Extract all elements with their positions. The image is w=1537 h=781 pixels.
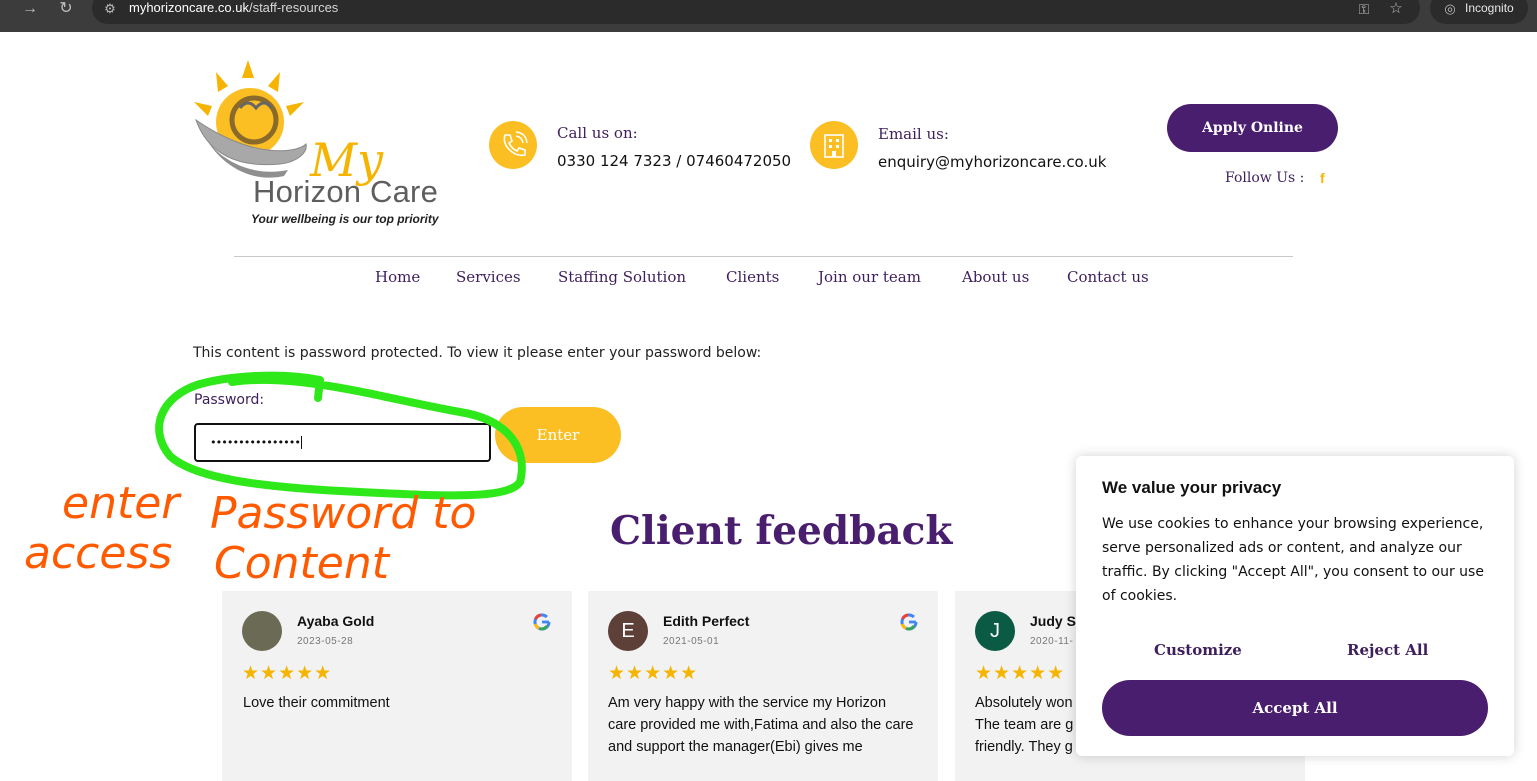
logo-name: Horizon Care bbox=[253, 174, 439, 209]
reject-all-button[interactable]: Reject All bbox=[1347, 641, 1428, 659]
header-divider bbox=[234, 256, 1293, 257]
accept-all-button[interactable]: Accept All bbox=[1102, 680, 1488, 736]
incognito-label: Incognito bbox=[1465, 1, 1514, 15]
email-address[interactable]: enquiry@myhorizoncare.co.uk bbox=[878, 153, 1106, 171]
annotation-line-3: access bbox=[24, 528, 172, 579]
key-icon[interactable]: ⚿ bbox=[1354, 0, 1374, 18]
incognito-icon: ◎ bbox=[1444, 1, 1456, 16]
annotation-line-4: Content bbox=[214, 538, 391, 589]
facebook-icon[interactable]: f bbox=[1320, 170, 1325, 186]
annotation-line-1: enter bbox=[62, 478, 182, 529]
forward-icon[interactable]: → bbox=[20, 0, 40, 18]
review-text: Am very happy with the service my Horizo… bbox=[608, 695, 914, 755]
password-label: Password: bbox=[194, 392, 265, 408]
building-icon bbox=[810, 121, 858, 169]
review-date: 2020-11- bbox=[1030, 636, 1074, 647]
google-icon bbox=[900, 613, 918, 631]
nav-staffing-solution[interactable]: Staffing Solution bbox=[558, 268, 686, 286]
password-input[interactable]: •••••••••••••••• bbox=[194, 423, 491, 462]
text-caret bbox=[300, 436, 308, 449]
reviewer-name: Ayaba Gold bbox=[297, 613, 375, 629]
site-info-icon[interactable]: ⚙ bbox=[100, 0, 120, 18]
password-value: •••••••••••••••• bbox=[210, 436, 301, 449]
protected-message: This content is password protected. To v… bbox=[193, 345, 762, 361]
reviewer-name: Judy St bbox=[1030, 613, 1081, 629]
cookie-text: We use cookies to enhance your browsing … bbox=[1102, 516, 1484, 604]
review-text: Absolutely won The team are g friendly. … bbox=[975, 695, 1074, 755]
review-date: 2023-05-28 bbox=[297, 636, 354, 647]
reviewer-avatar: E bbox=[608, 611, 648, 651]
client-feedback-title: Client feedback bbox=[610, 508, 953, 554]
logo-tagline: Your wellbeing is our top priority bbox=[251, 212, 439, 226]
nav-home[interactable]: Home bbox=[375, 268, 420, 286]
review-text: Love their commitment bbox=[243, 695, 390, 711]
customize-button[interactable]: Customize bbox=[1154, 641, 1242, 659]
reviewer-name: Edith Perfect bbox=[663, 613, 750, 629]
follow-us-label: Follow Us : bbox=[1225, 170, 1305, 186]
bookmark-star-icon[interactable]: ☆ bbox=[1386, 0, 1406, 18]
phone-number[interactable]: 0330 124 7323 / 07460472050 bbox=[557, 152, 791, 170]
nav-join-our-team[interactable]: Join our team bbox=[818, 268, 921, 286]
nav-services[interactable]: Services bbox=[456, 268, 521, 286]
review-date: 2021-05-01 bbox=[663, 636, 720, 647]
email-title: Email us: bbox=[878, 125, 949, 143]
annotation-overlay: enter Password to access Content bbox=[24, 371, 526, 589]
star-rating: ★★★★★ bbox=[608, 663, 699, 684]
nav-about-us[interactable]: About us bbox=[962, 268, 1029, 286]
url-text[interactable]: myhorizoncare.co.uk/staff-resources bbox=[129, 0, 338, 16]
nav-contact-us[interactable]: Contact us bbox=[1067, 268, 1149, 286]
google-icon bbox=[533, 613, 551, 631]
star-rating: ★★★★★ bbox=[242, 663, 333, 684]
annotation-line-2: Password to bbox=[210, 488, 476, 539]
star-rating: ★★★★★ bbox=[975, 663, 1066, 684]
apply-online-button[interactable]: Apply Online bbox=[1167, 104, 1338, 152]
enter-button[interactable]: Enter bbox=[495, 407, 621, 463]
cookie-title: We value your privacy bbox=[1102, 478, 1282, 497]
reviewer-avatar: J bbox=[975, 611, 1015, 651]
nav-clients[interactable]: Clients bbox=[726, 268, 779, 286]
call-title: Call us on: bbox=[557, 124, 638, 142]
phone-icon bbox=[489, 121, 537, 169]
reload-icon[interactable]: ↻ bbox=[56, 0, 76, 18]
reviewer-avatar bbox=[242, 611, 282, 651]
